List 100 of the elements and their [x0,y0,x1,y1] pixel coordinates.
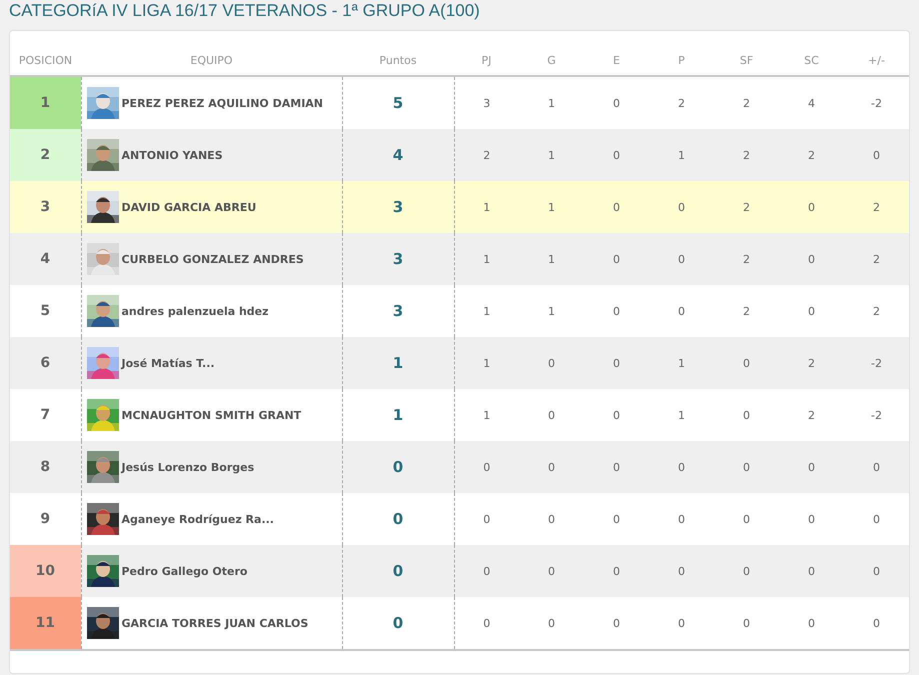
team-name[interactable]: DAVID GARCIA ABREU [122,200,256,214]
table-cell: 0 [714,493,779,545]
team-name[interactable]: GARCIA TORRES JUAN CARLOS [122,616,308,630]
table-cell: 1 [649,129,714,181]
table-cell: 0 [844,441,909,493]
table-cell: 0 [714,597,779,650]
table-cell: 1 [454,181,519,233]
position-cell: 11 [10,597,81,650]
table-cell: 0 [584,493,649,545]
position-cell: 8 [10,441,81,493]
table-cell: 0 [519,597,584,650]
table-cell: 0 [649,233,714,285]
table-cell: 0 [779,597,844,650]
table-cell: 0 [584,441,649,493]
table-cell: 0 [519,389,584,441]
position-cell: 6 [10,337,81,389]
table-cell: 0 [584,233,649,285]
table-cell: 0 [649,597,714,650]
table-cell: 0 [519,337,584,389]
position-cell: 5 [10,285,81,337]
table-cell: 0 [649,493,714,545]
table-cell: 0 [584,181,649,233]
table-cell: 1 [649,389,714,441]
table-cell: 0 [844,129,909,181]
team-name[interactable]: PEREZ PEREZ AQUILINO DAMIAN [122,96,324,110]
table-cell: 0 [779,233,844,285]
position-cell: 4 [10,233,81,285]
table-cell: 2 [649,76,714,129]
table-cell: 0 [649,285,714,337]
position-cell: 10 [10,545,81,597]
table-cell: -2 [844,76,909,129]
position-cell: 1 [10,76,81,129]
table-cell: 1 [519,285,584,337]
table-cell: 0 [584,76,649,129]
table-cell: 2 [779,389,844,441]
table-cell: 0 [779,441,844,493]
table-cell: 0 [584,389,649,441]
table-cell: 2 [844,181,909,233]
table-cell: 0 [779,181,844,233]
table-cell: 0 [454,545,519,597]
table-cell: 2 [779,337,844,389]
table-cell: 0 [714,389,779,441]
table-cell: 0 [519,545,584,597]
table-cell: 1 [519,76,584,129]
table-cell: 0 [519,441,584,493]
table-cell: -2 [844,337,909,389]
table-cell: 2 [714,285,779,337]
team-name[interactable]: MCNAUGHTON SMITH GRANT [122,408,302,422]
table-cell: 2 [714,233,779,285]
table-cell: 2 [844,285,909,337]
table-cell: 0 [454,493,519,545]
table-cell: 0 [779,493,844,545]
table-cell: 2 [714,129,779,181]
table-cell: 0 [649,441,714,493]
table-cell: 0 [519,493,584,545]
table-cell: 0 [779,545,844,597]
table-cell: 1 [454,233,519,285]
points-cell: 0 [342,597,454,650]
table-cell: 0 [844,545,909,597]
table-cell: 0 [649,545,714,597]
table-cell: 0 [584,597,649,650]
team-name[interactable]: andres palenzuela hdez [122,304,269,318]
team-name[interactable]: CURBELO GONZALEZ ANDRES [122,252,304,266]
position-cell: 7 [10,389,81,441]
table-cell: -2 [844,389,909,441]
team-name[interactable]: Jesús Lorenzo Borges [122,460,254,474]
table-cell: 3 [454,76,519,129]
table-cell: 1 [649,337,714,389]
table-cell: 0 [584,129,649,181]
table-cell: 0 [714,441,779,493]
table-cell: 2 [714,76,779,129]
table-cell: 0 [714,337,779,389]
table-cell: 2 [844,233,909,285]
team-name[interactable]: Aganeye Rodríguez Ra... [122,512,274,526]
table-cell: 0 [454,441,519,493]
table-cell: 4 [779,76,844,129]
table-cell: 1 [454,285,519,337]
table-cell: 0 [584,337,649,389]
table-cell: 1 [454,389,519,441]
page-title: CATEGORíA IV LIGA 16/17 VETERANOS - 1ª GRUPO A(100) [9,0,481,22]
table-cell: 2 [714,181,779,233]
team-name[interactable]: Pedro Gallego Otero [122,564,248,578]
team-name[interactable]: José Matías T... [122,356,215,370]
table-cell: 1 [519,233,584,285]
table-cell: 0 [714,545,779,597]
table-cell: 0 [584,285,649,337]
table-cell: 0 [844,597,909,650]
table-cell: 0 [779,285,844,337]
position-cell: 2 [10,129,81,181]
team-name[interactable]: ANTONIO YANES [122,148,223,162]
table-cell: 0 [649,181,714,233]
table-cell: 2 [454,129,519,181]
table-cell: 0 [584,545,649,597]
table-cell: 2 [779,129,844,181]
table-cell: 0 [454,597,519,650]
table-cell: 1 [454,337,519,389]
table-cell: 1 [519,129,584,181]
position-cell: 9 [10,493,81,545]
table-cell: 0 [844,493,909,545]
table-cell: 1 [519,181,584,233]
